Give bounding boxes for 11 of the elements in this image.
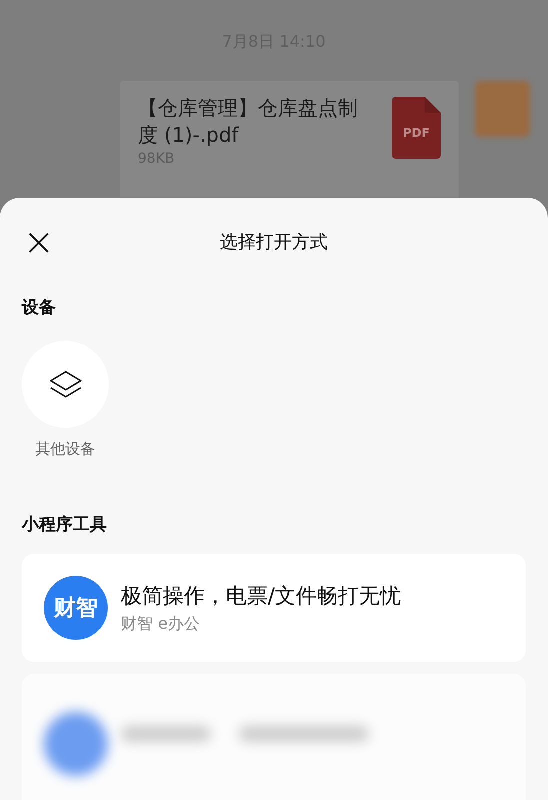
section-heading: 小程序工具 xyxy=(22,514,108,536)
app-logo: 财智 xyxy=(44,576,108,640)
pdf-file-icon: PDF xyxy=(392,97,441,159)
app-name: 财智 e办公 xyxy=(121,614,201,634)
app-description: 极简操作，电票/文件畅打无忧 xyxy=(121,582,402,610)
mini-program-card[interactable]: 财智 极简操作，电票/文件畅打无忧 财智 e办公 xyxy=(22,554,526,662)
device-label: 其他设备 xyxy=(36,440,96,459)
section-heading: 设备 xyxy=(22,297,57,319)
layers-icon xyxy=(48,370,84,400)
close-icon[interactable] xyxy=(28,232,50,254)
file-name: 【仓库管理】仓库盘点制度 (1)-.pdf xyxy=(138,95,359,149)
